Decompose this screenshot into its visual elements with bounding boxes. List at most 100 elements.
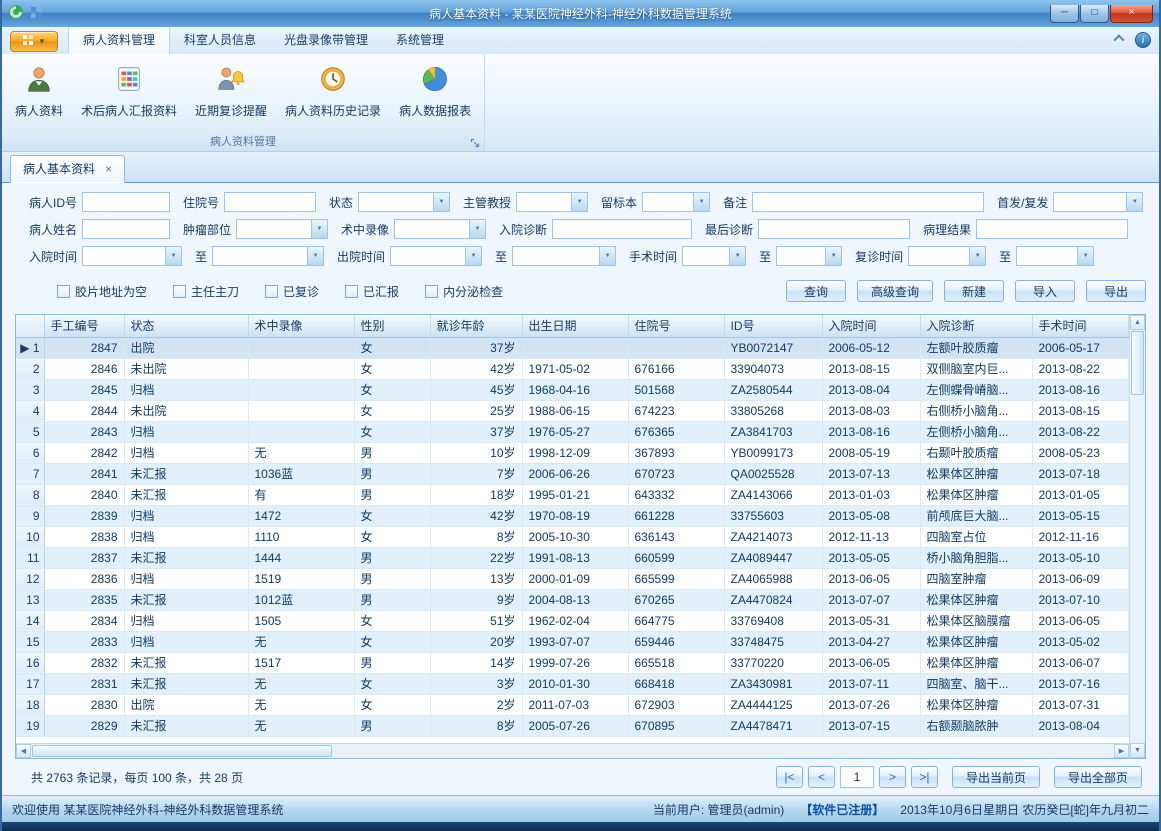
table-row[interactable]: 132835未汇报1012蓝男9岁2004-08-13670265ZA44708… [16, 589, 1129, 610]
table-row[interactable]: 182830出院无女2岁2011-07-03672903ZA4444125201… [16, 694, 1129, 715]
final-diagnosis-input[interactable] [758, 219, 910, 239]
checkbox-film-address-empty[interactable]: 胶片地址为空 [57, 283, 147, 300]
info-icon[interactable]: i [1135, 32, 1151, 48]
status-select[interactable]: ▼ [358, 192, 450, 212]
final-diagnosis-input-box[interactable] [759, 220, 909, 238]
table-row[interactable]: 102838归档1110女8岁2005-10-30636143ZA4214073… [16, 526, 1129, 547]
scroll-right-icon[interactable]: ▶ [1114, 744, 1129, 758]
vertical-scroll-track[interactable] [1130, 396, 1145, 743]
last-page-button[interactable]: >| [911, 766, 938, 788]
tumor-site-select[interactable]: ▼ [236, 219, 328, 239]
first-recurrence-select-box[interactable] [1054, 193, 1126, 211]
surgery-date-from-select[interactable]: ▼ [682, 246, 746, 266]
table-row[interactable]: 142834归档1505女51岁1962-02-0466477533769408… [16, 610, 1129, 631]
dropdown-arrow-icon[interactable]: ▼ [599, 247, 615, 265]
scroll-up-icon[interactable]: ▲ [1130, 315, 1145, 330]
dropdown-arrow-icon[interactable]: ▼ [433, 193, 449, 211]
patient-id-input[interactable] [82, 192, 170, 212]
checkbox-icon[interactable] [173, 285, 186, 298]
table-row[interactable]: 172831未汇报无女3岁2010-01-30668418ZA343098120… [16, 673, 1129, 694]
column-header[interactable]: 入院时间 [822, 315, 920, 337]
surgery-video-select-box[interactable] [395, 220, 469, 238]
table-row[interactable]: 122836归档1519男13岁2000-01-09665599ZA406598… [16, 568, 1129, 589]
scroll-left-icon[interactable]: ◀ [16, 744, 31, 758]
first-recurrence-select[interactable]: ▼ [1053, 192, 1143, 212]
pathology-result-input-box[interactable] [977, 220, 1127, 238]
import-button[interactable]: 导入 [1015, 280, 1075, 302]
application-menu-button[interactable]: ▼ [10, 31, 58, 52]
professor-select-box[interactable] [517, 193, 571, 211]
dialog-launcher-icon[interactable] [469, 137, 481, 149]
minimize-button[interactable]: ─ [1050, 5, 1079, 23]
admission-diagnosis-input-box[interactable] [553, 220, 691, 238]
column-header[interactable]: 性别 [354, 315, 430, 337]
admission-date-to-select[interactable]: ▼ [212, 246, 324, 266]
discharge-date-from-select[interactable]: ▼ [390, 246, 482, 266]
surgery-video-select[interactable]: ▼ [394, 219, 486, 239]
patient-id-input-box[interactable] [83, 193, 169, 211]
scroll-down-icon[interactable]: ▼ [1130, 743, 1145, 758]
admission-number-input-box[interactable] [225, 193, 315, 211]
tumor-site-select-box[interactable] [237, 220, 311, 238]
discharge-date-to-select[interactable]: ▼ [512, 246, 616, 266]
patient-name-input-box[interactable] [83, 220, 169, 238]
ribbon-tab-system-management[interactable]: 系统管理 [382, 26, 458, 54]
status-select-box[interactable] [359, 193, 433, 211]
first-page-button[interactable]: |< [776, 766, 803, 788]
specimen-select-box[interactable] [643, 193, 693, 211]
column-header[interactable]: 状态 [124, 315, 248, 337]
ribbon-tab-patient-management[interactable]: 病人资料管理 [68, 26, 170, 54]
table-row[interactable]: 72841未汇报1036蓝男7岁2006-06-26670723QA002552… [16, 463, 1129, 484]
column-header[interactable]: 手工编号 [44, 315, 124, 337]
table-row[interactable]: 32845归档女45岁1968-04-16501568ZA25805442013… [16, 379, 1129, 400]
ribbon-collapse-icon[interactable] [1113, 34, 1124, 45]
admission-number-input[interactable] [224, 192, 316, 212]
table-row[interactable]: 192829未汇报无男8岁2005-07-26670895ZA447847120… [16, 715, 1129, 736]
dropdown-arrow-icon[interactable]: ▼ [693, 193, 709, 211]
remarks-input-box[interactable] [753, 193, 983, 211]
surgery-date-from-select-box[interactable] [683, 247, 729, 265]
table-row[interactable]: 162832未汇报1517男14岁1999-07-266655183377022… [16, 652, 1129, 673]
table-row[interactable]: 62842归档无男10岁1998-12-09367893YB0099173200… [16, 442, 1129, 463]
discharge-date-from-select-box[interactable] [391, 247, 465, 265]
dropdown-arrow-icon[interactable]: ▼ [465, 247, 481, 265]
dropdown-arrow-icon[interactable]: ▼ [969, 247, 985, 265]
query-button[interactable]: 查询 [786, 280, 846, 302]
surgery-date-to-select[interactable]: ▼ [776, 246, 842, 266]
vertical-scroll-thumb[interactable] [1131, 331, 1144, 395]
ribbon-button-revisit-reminder[interactable]: 近期复诊提醒 [186, 58, 276, 132]
table-row[interactable]: 152833归档无女20岁1993-07-0765944633748475201… [16, 631, 1129, 652]
table-row[interactable]: 22846未出院女42岁1971-05-02676166339040732013… [16, 358, 1129, 379]
column-header[interactable]: 就诊年龄 [430, 315, 522, 337]
column-header[interactable]: ID号 [724, 315, 822, 337]
close-tab-icon[interactable]: × [105, 164, 112, 174]
dropdown-arrow-icon[interactable]: ▼ [1126, 193, 1142, 211]
patient-name-input[interactable] [82, 219, 170, 239]
admission-date-from-select-box[interactable] [83, 247, 165, 265]
remarks-input[interactable] [752, 192, 984, 212]
next-page-button[interactable]: > [879, 766, 906, 788]
export-current-page-button[interactable]: 导出当前页 [952, 766, 1040, 788]
tab-patient-basic-data[interactable]: 病人基本资料 × [10, 155, 125, 183]
column-header[interactable]: 入院诊断 [920, 315, 1032, 337]
dropdown-arrow-icon[interactable]: ▼ [1077, 247, 1093, 265]
table-row[interactable]: 92839归档1472女42岁1970-08-19661228337556032… [16, 505, 1129, 526]
dropdown-arrow-icon[interactable]: ▼ [307, 247, 323, 265]
vertical-scrollbar[interactable]: ▲ ▼ [1129, 315, 1145, 758]
table-row[interactable]: ▶ 12847出院女37岁YB00721472006-05-12左额叶胶质瘤20… [16, 337, 1129, 358]
dropdown-arrow-icon[interactable]: ▼ [825, 247, 841, 265]
checkbox-icon[interactable] [425, 285, 438, 298]
column-header[interactable]: 术中录像 [248, 315, 354, 337]
advanced-query-button[interactable]: 高级查询 [857, 280, 933, 302]
checkbox-icon[interactable] [57, 285, 70, 298]
dropdown-arrow-icon[interactable]: ▼ [729, 247, 745, 265]
export-all-pages-button[interactable]: 导出全部页 [1054, 766, 1142, 788]
admission-diagnosis-input[interactable] [552, 219, 692, 239]
professor-select[interactable]: ▼ [516, 192, 588, 212]
horizontal-scroll-track[interactable] [333, 744, 1114, 758]
revisit-date-to-select[interactable]: ▼ [1016, 246, 1094, 266]
checkbox-reported[interactable]: 已汇报 [345, 283, 399, 300]
table-row[interactable]: 52843归档女37岁1976-05-27676365ZA38417032013… [16, 421, 1129, 442]
dropdown-arrow-icon[interactable]: ▼ [311, 220, 327, 238]
quick-access-grid-icon[interactable] [30, 6, 43, 22]
